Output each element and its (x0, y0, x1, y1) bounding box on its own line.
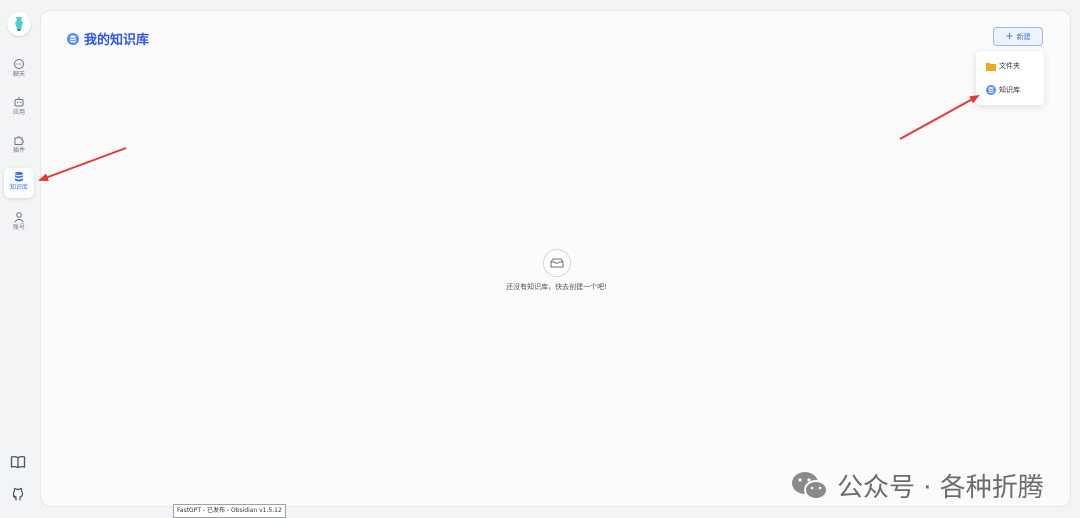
page-title-text: 我的知识库 (84, 33, 150, 48)
sidebar-item-plugins[interactable]: 插件 (4, 131, 34, 163)
sidebar-item-knowledge-base[interactable]: 知识库 (4, 168, 34, 198)
empty-state-text: 还没有知识库，快去创建一个吧! (506, 283, 607, 291)
plus-icon: + (1005, 30, 1014, 42)
new-button[interactable]: + 新建 (993, 27, 1043, 46)
menu-item-label: 文件夹 (999, 62, 1020, 70)
menu-item-label: 知识库 (999, 86, 1020, 94)
puzzle-icon (14, 136, 24, 145)
main-panel: 我的知识库 + 新建 文件夹 知识库 还没有知识库，快去创建一个吧! 公众号 ·… (40, 10, 1071, 507)
sidebar-item-label: 聊天 (12, 71, 25, 78)
watermark-text: 公众号 · 各种折腾 (837, 473, 1044, 503)
sidebar-item-label: 应用 (12, 109, 25, 116)
new-dropdown-menu: 文件夹 知识库 (976, 51, 1044, 105)
app-logo[interactable] (7, 12, 31, 36)
github-icon[interactable] (10, 486, 26, 502)
chat-icon (14, 59, 24, 69)
empty-state: 还没有知识库，快去创建一个吧! (41, 249, 1072, 292)
sidebar-item-account[interactable]: 账号 (4, 208, 34, 240)
sidebar-item-label: 插件 (12, 147, 25, 154)
menu-item-folder[interactable]: 文件夹 (986, 60, 1020, 72)
wechat-icon (792, 471, 828, 500)
sidebar-item-apps[interactable]: 应用 (4, 93, 34, 125)
database-icon (986, 85, 996, 95)
sidebar-item-chat[interactable]: 聊天 (4, 55, 34, 87)
book-icon[interactable] (10, 454, 26, 470)
database-icon (15, 171, 23, 182)
robot-icon (14, 97, 24, 107)
taskbar-tooltip: FastGPT - 已发布 - Obsidian v1.5.12 (173, 504, 286, 518)
menu-item-knowledge-base[interactable]: 知识库 (986, 84, 1020, 96)
database-icon (67, 32, 79, 45)
page-title: 我的知识库 (67, 29, 149, 48)
logo-icon (15, 17, 23, 31)
empty-box-icon (542, 249, 571, 277)
watermark: 公众号 · 各种折腾 (791, 467, 1044, 504)
sidebar-item-label: 知识库 (9, 184, 28, 191)
user-icon (14, 212, 24, 223)
folder-icon (986, 62, 996, 71)
sidebar: 聊天 应用 插件 知识库 账号 (0, 0, 38, 517)
new-button-label: 新建 (1016, 32, 1031, 41)
sidebar-item-label: 账号 (12, 224, 25, 231)
